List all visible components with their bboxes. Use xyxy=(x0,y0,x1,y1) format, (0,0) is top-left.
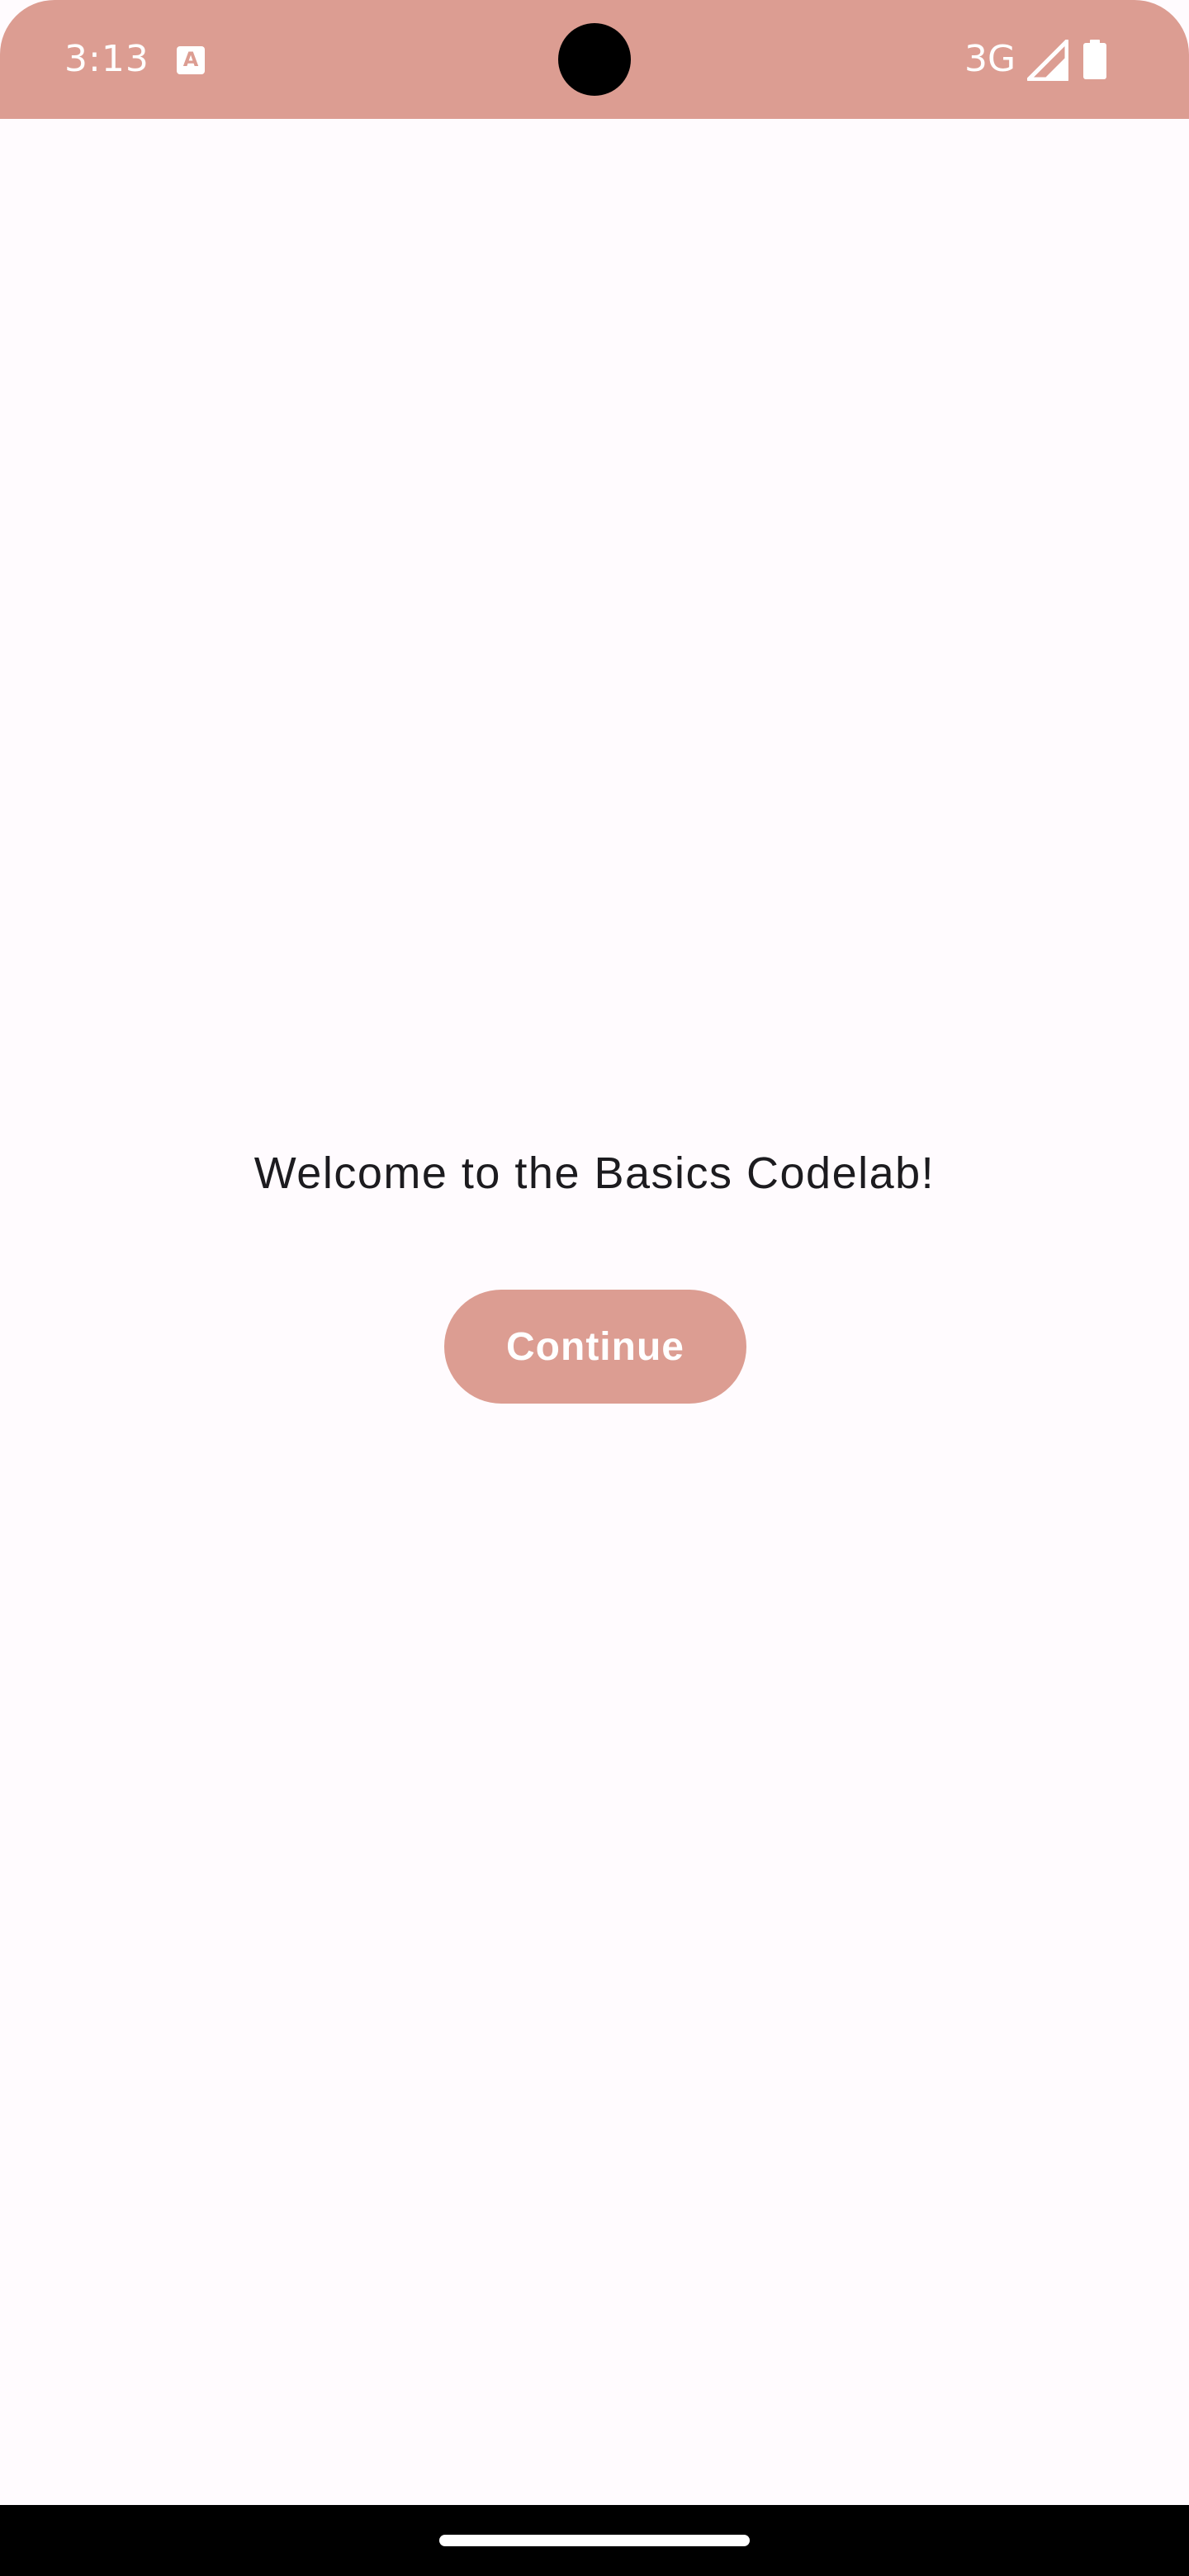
welcome-message: Welcome to the Basics Codelab! xyxy=(253,1148,936,1198)
network-type: 3G xyxy=(964,38,1016,80)
status-bar: 3:13 A 3G xyxy=(0,0,1189,119)
status-time: 3:13 xyxy=(64,38,149,80)
camera-cutout xyxy=(558,23,631,96)
notification-glyph: A xyxy=(182,48,199,71)
continue-button[interactable]: Continue xyxy=(444,1290,746,1404)
text-a-icon: A xyxy=(177,46,205,74)
navigation-bar xyxy=(0,2505,1189,2576)
battery-full-icon xyxy=(1083,40,1106,79)
gesture-handle[interactable] xyxy=(439,2535,750,2546)
cellular-signal-icon xyxy=(1027,40,1068,81)
